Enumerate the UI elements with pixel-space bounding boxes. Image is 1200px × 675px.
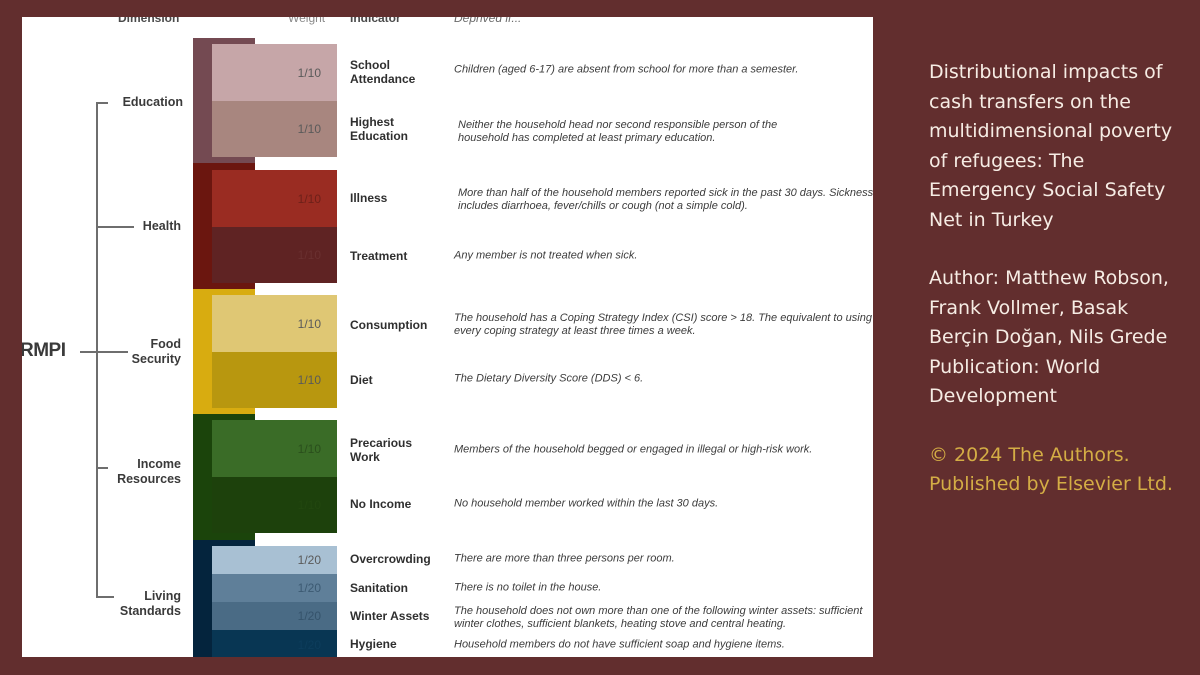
weight-label: 1/10 xyxy=(297,316,321,331)
indicator-block-no-income: 1/10 xyxy=(212,477,337,533)
paper-authors: Author: Matthew Robson, Frank Vollmer, B… xyxy=(929,267,1169,348)
paper-publication: Publication: World Development xyxy=(929,355,1101,408)
indicator-name-treatment: Treatment xyxy=(350,249,408,263)
weight-label: 1/10 xyxy=(297,441,321,456)
indicator-name-precarious-work: Precarious Work xyxy=(350,436,413,464)
indicator-description-school-attendance: Children (aged 6-17) are absent from sch… xyxy=(454,63,799,76)
indicator-description-sanitation: There is no toilet in the house. xyxy=(454,581,602,594)
indicator-block-illness: 1/10 xyxy=(212,170,337,227)
indicator-block-sanitation: 1/20 xyxy=(212,574,337,602)
indicator-description-diet: The Dietary Diversity Score (DDS) < 6. xyxy=(454,372,644,385)
index-label-rmpi: RMPI xyxy=(22,340,66,361)
indicator-description-overcrowding: There are more than three persons per ro… xyxy=(454,552,675,565)
indicator-block-hygiene: 1/20 xyxy=(212,630,337,657)
indicator-name-hygiene: Hygiene xyxy=(350,637,397,651)
indicator-description-winter-assets: The household does not own more than one… xyxy=(454,605,863,630)
indicator-block-overcrowding: 1/20 xyxy=(212,546,337,574)
indicator-description-hygiene: Household members do not have sufficient… xyxy=(454,638,785,651)
bracket-tick-education xyxy=(96,102,108,104)
bracket-tick-health xyxy=(96,226,134,228)
indicator-block-treatment: 1/10 xyxy=(212,227,337,283)
bracket-vertical-line xyxy=(96,102,98,597)
indicator-description-consumption: The household has a Coping Strategy Inde… xyxy=(454,312,872,337)
indicator-name-sanitation: Sanitation xyxy=(350,581,409,595)
indicator-description-treatment: Any member is not treated when sick. xyxy=(454,249,638,262)
copyright-notice: © 2024 The Authors. Published by Elsevie… xyxy=(929,443,1173,496)
rmpi-figure: Dimension Weight Indicator Deprived if..… xyxy=(22,17,873,657)
dimension-label-food-security: Food Security xyxy=(131,337,181,366)
indicator-block-school-attendance: 1/10 xyxy=(212,44,337,101)
indicator-name-highest-education: Highest Education xyxy=(350,115,409,143)
indicator-description-highest-education: Neither the household head nor second re… xyxy=(458,119,778,144)
weight-label: 1/10 xyxy=(297,191,321,206)
weight-label: 1/10 xyxy=(297,373,321,387)
indicator-name-consumption: Consumption xyxy=(350,318,428,332)
indicator-description-no-income: No household member worked within the la… xyxy=(454,497,719,510)
weight-label: 1/20 xyxy=(297,638,321,652)
indicator-block-consumption: 1/10 xyxy=(212,295,337,352)
indicator-name-overcrowding: Overcrowding xyxy=(350,552,431,566)
paper-title: Distributional impacts of cash transfers… xyxy=(929,61,1173,231)
header-weight: Weight xyxy=(288,17,326,25)
header-indicator: Indicator xyxy=(350,17,401,25)
dimension-label-income-resources: Income Resources xyxy=(117,457,181,486)
indicator-name-winter-assets: Winter Assets xyxy=(350,609,430,623)
weight-label: 1/20 xyxy=(297,609,321,623)
dimension-label-education: Education xyxy=(122,95,183,109)
header-dimension: Dimension xyxy=(118,17,180,25)
weight-label: 1/10 xyxy=(297,65,321,80)
header-deprived-if: Deprived if... xyxy=(454,17,522,25)
weight-label: 1/10 xyxy=(297,248,321,262)
indicator-name-diet: Diet xyxy=(350,373,373,387)
indicator-description-precarious-work: Members of the household begged or engag… xyxy=(454,443,813,456)
dimension-label-living-standards: Living Standards xyxy=(119,589,181,618)
weight-label: 1/20 xyxy=(297,553,321,567)
weight-label: 1/10 xyxy=(297,122,321,136)
indicator-description-illness: More than half of the household members … xyxy=(458,187,873,212)
weight-label: 1/20 xyxy=(297,581,321,595)
indicator-name-no-income: No Income xyxy=(350,497,412,511)
indicator-name-illness: Illness xyxy=(350,191,388,205)
dimension-label-health: Health xyxy=(142,219,181,233)
paper-info: Distributional impacts of cash transfers… xyxy=(929,58,1179,500)
indicator-block-diet: 1/10 xyxy=(212,352,337,408)
indicator-block-precarious-work: 1/10 xyxy=(212,420,337,477)
indicator-block-highest-education: 1/10 xyxy=(212,101,337,157)
indicator-name-school-attendance: School Attendance xyxy=(350,58,416,86)
indicator-block-winter-assets: 1/20 xyxy=(212,602,337,630)
weight-label: 1/10 xyxy=(297,498,321,512)
